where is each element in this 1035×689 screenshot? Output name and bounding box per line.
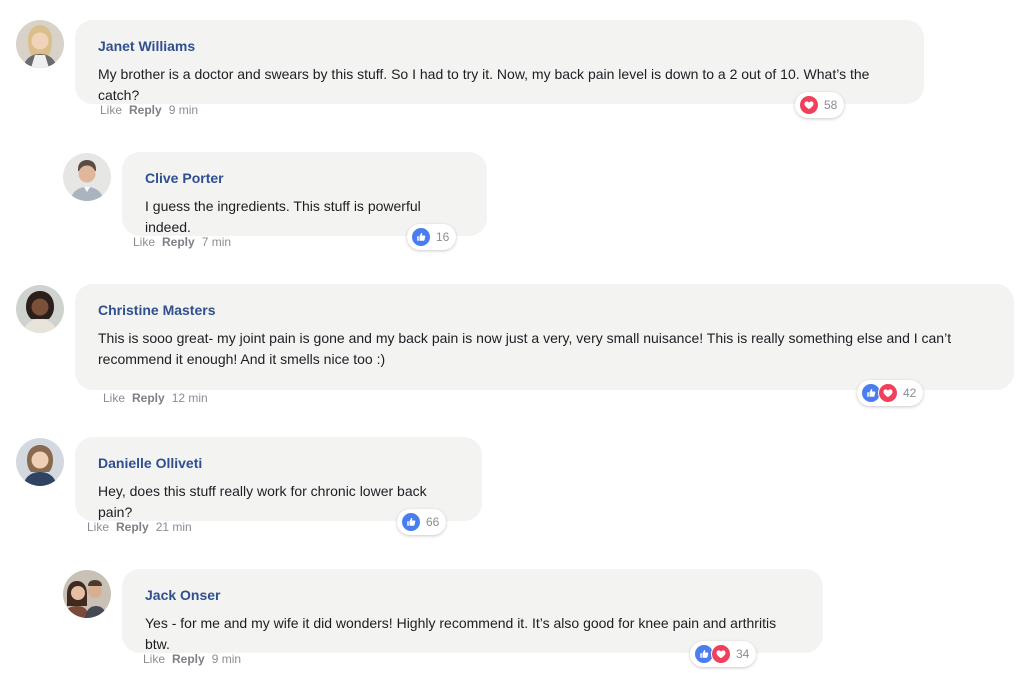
like-link[interactable]: Like — [143, 652, 165, 666]
comment-text: My brother is a doctor and swears by thi… — [98, 66, 870, 103]
reaction-badge[interactable]: 58 — [795, 92, 845, 118]
like-link[interactable]: Like — [100, 103, 122, 117]
timestamp: 12 min — [171, 391, 208, 405]
avatar[interactable] — [16, 285, 64, 333]
avatar[interactable] — [16, 20, 64, 68]
comment-bubble: Janet Williams My brother is a doctor an… — [75, 20, 924, 104]
avatar[interactable] — [16, 438, 64, 486]
comment-author[interactable]: Janet Williams — [98, 36, 901, 56]
reply-link[interactable]: Reply — [132, 391, 165, 405]
reply-link[interactable]: Reply — [172, 652, 205, 666]
love-reaction-icon — [878, 383, 898, 403]
comment-author[interactable]: Jack Onser — [145, 585, 800, 605]
love-reaction-icon — [711, 644, 731, 664]
woman-avatar-icon — [16, 20, 64, 68]
like-link[interactable]: Like — [133, 235, 155, 249]
comment-actions: Like Reply 7 min — [133, 235, 238, 249]
woman-avatar-icon — [16, 285, 64, 333]
reaction-badge[interactable]: 66 — [397, 509, 447, 535]
woman-avatar-icon — [16, 438, 64, 486]
like-link[interactable]: Like — [103, 391, 125, 405]
timestamp: 9 min — [211, 652, 242, 666]
avatar[interactable] — [63, 153, 111, 201]
reaction-count: 58 — [824, 98, 838, 112]
like-link[interactable]: Like — [87, 520, 109, 534]
reaction-badge[interactable]: 34 — [690, 641, 757, 667]
reaction-badge[interactable]: 16 — [407, 224, 457, 250]
comment-actions: Like Reply 12 min — [103, 391, 215, 405]
comment-author[interactable]: Christine Masters — [98, 300, 991, 320]
reaction-count: 34 — [736, 647, 750, 661]
comment-bubble: Christine Masters This is sooo great- my… — [75, 284, 1014, 390]
like-reaction-icon — [401, 512, 421, 532]
comment-author[interactable]: Clive Porter — [145, 168, 464, 188]
reaction-count: 42 — [903, 386, 917, 400]
avatar[interactable] — [63, 570, 111, 618]
like-reaction-icon — [411, 227, 431, 247]
reaction-count: 66 — [426, 515, 440, 529]
reply-link[interactable]: Reply — [116, 520, 149, 534]
comment-actions: Like Reply 9 min — [143, 652, 248, 666]
reply-link[interactable]: Reply — [162, 235, 195, 249]
couple-avatar-icon — [63, 570, 111, 618]
love-reaction-icon — [799, 95, 819, 115]
reaction-badge[interactable]: 42 — [857, 380, 924, 406]
reply-link[interactable]: Reply — [129, 103, 162, 117]
man-avatar-icon — [63, 153, 111, 201]
reaction-count: 16 — [436, 230, 450, 244]
comment-text: This is sooo great- my joint pain is gon… — [98, 330, 952, 367]
comment-actions: Like Reply 21 min — [87, 520, 199, 534]
timestamp: 21 min — [155, 520, 192, 534]
timestamp: 7 min — [201, 235, 232, 249]
comment-author[interactable]: Danielle Olliveti — [98, 453, 459, 473]
timestamp: 9 min — [168, 103, 199, 117]
comment-actions: Like Reply 9 min — [100, 103, 205, 117]
